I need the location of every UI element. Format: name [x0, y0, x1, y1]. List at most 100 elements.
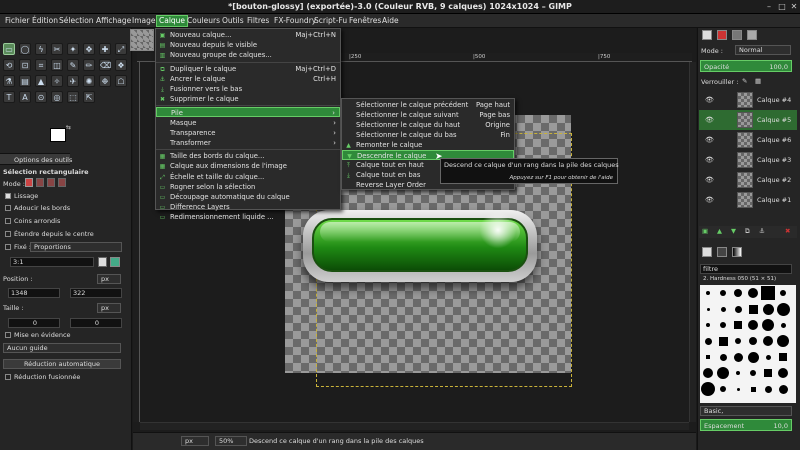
menu-couleurs[interactable]: Couleurs: [185, 16, 222, 25]
layers-tab-icon[interactable]: [702, 30, 712, 40]
mode-add-icon[interactable]: [36, 178, 44, 187]
brush-swatch[interactable]: [763, 336, 773, 346]
vertical-scrollbar[interactable]: [689, 62, 696, 422]
spacing-slider[interactable]: Espacement 10,0: [700, 419, 792, 431]
horizontal-scrollbar[interactable]: [140, 422, 689, 430]
menu-outils[interactable]: Outils: [220, 16, 246, 25]
lock-pixels-icon[interactable]: ✎: [742, 77, 747, 85]
calque-menu-item[interactable]: ▭ Découpage automatique du calque: [156, 192, 340, 202]
brush-swatch[interactable]: [736, 387, 740, 391]
position-unit-select[interactable]: px: [97, 274, 121, 284]
tool-button[interactable]: ◫: [51, 59, 63, 71]
visibility-eye-icon[interactable]: 👁: [705, 96, 714, 104]
tool-button[interactable]: ✺: [83, 75, 95, 87]
etendre-checkbox[interactable]: [5, 231, 11, 237]
delete-layer-icon[interactable]: ✖: [785, 227, 790, 235]
gradients-tab-icon[interactable]: [732, 247, 742, 257]
brush-swatch[interactable]: [765, 354, 771, 360]
pile-menu-item[interactable]: Sélectionner le calque du bas Fin: [342, 130, 514, 140]
brush-swatch[interactable]: [720, 306, 726, 312]
tool-button[interactable]: ϟ: [35, 43, 47, 55]
brush-swatch[interactable]: [720, 290, 726, 296]
tool-button[interactable]: ◯: [19, 43, 31, 55]
tool-button[interactable]: ✧: [51, 75, 63, 87]
layer-row[interactable]: 👁 Calque #1: [699, 190, 797, 210]
menu-image[interactable]: Image: [130, 16, 158, 25]
menu-affichage[interactable]: Affichage: [94, 16, 133, 25]
calque-menu-item[interactable]: ⤓ Fusionner vers le bas: [156, 84, 340, 94]
tool-button[interactable]: ⊙: [35, 91, 47, 103]
calque-menu-item[interactable]: ⤢ Échelle et taille du calque...: [156, 172, 340, 182]
calque-menu-item[interactable]: ▤ Nouveau depuis le visible: [156, 40, 340, 50]
brush-preset-select[interactable]: Basic,: [700, 406, 792, 416]
menu-selection[interactable]: Sélection: [57, 16, 96, 25]
fusion-checkbox[interactable]: [5, 374, 11, 380]
brush-swatch[interactable]: [762, 303, 774, 315]
reduction-button[interactable]: Réduction automatique: [3, 359, 121, 369]
lock-alpha-icon[interactable]: ▦: [755, 77, 761, 85]
brush-swatch[interactable]: [764, 369, 772, 377]
brush-swatch[interactable]: [720, 322, 726, 328]
brush-swatch[interactable]: [704, 337, 712, 345]
tool-button[interactable]: ❖: [115, 59, 127, 71]
lower-layer-icon[interactable]: ▼: [731, 227, 736, 235]
brush-swatch[interactable]: [703, 368, 713, 378]
image-thumbnail[interactable]: [130, 29, 154, 51]
calque-menu-item[interactable]: Transformer ›: [156, 138, 340, 148]
brush-swatch[interactable]: [750, 370, 756, 376]
paths-tab-icon[interactable]: [732, 30, 742, 40]
history-tab-icon[interactable]: [747, 30, 757, 40]
tool-button[interactable]: ✏: [83, 59, 95, 71]
guide-select[interactable]: Aucun guide: [3, 343, 121, 353]
brush-swatch[interactable]: [706, 355, 710, 359]
foreground-color-swatch[interactable]: [50, 128, 66, 142]
mode-replace-icon[interactable]: [25, 178, 33, 187]
visibility-eye-icon[interactable]: 👁: [705, 116, 714, 124]
mode-intersect-icon[interactable]: [58, 178, 66, 187]
swap-colors-icon[interactable]: ⇆: [66, 124, 72, 131]
channels-tab-icon[interactable]: [717, 30, 727, 40]
layer-row[interactable]: 👁 Calque #2: [699, 170, 797, 190]
tool-button[interactable]: ⟲: [3, 59, 15, 71]
brush-swatch[interactable]: [718, 336, 728, 346]
coins-checkbox[interactable]: [5, 218, 11, 224]
tool-button[interactable]: ✂: [51, 43, 63, 55]
tool-button[interactable]: ⚗: [3, 75, 15, 87]
new-layer-icon[interactable]: ▣: [702, 227, 708, 235]
menu-calque[interactable]: Calque: [156, 15, 189, 27]
calque-menu-item[interactable]: ▣ Nouveau calque... Maj+Ctrl+N: [156, 30, 340, 40]
brush-swatch[interactable]: [750, 386, 756, 392]
brush-swatch[interactable]: [776, 302, 790, 316]
pile-menu-item[interactable]: Sélectionner le calque du haut Origine: [342, 120, 514, 130]
adoucir-checkbox[interactable]: [5, 205, 11, 211]
tab-tool-options[interactable]: Options des outils: [0, 153, 72, 165]
brush-swatch[interactable]: [717, 367, 729, 379]
lissage-checkbox[interactable]: [5, 193, 11, 199]
tool-button[interactable]: ☖: [115, 75, 127, 87]
close-button[interactable]: ✕: [789, 2, 799, 12]
mode-subtract-icon[interactable]: [47, 178, 55, 187]
calque-menu-item[interactable]: ⧉ Dupliquer le calque Maj+Ctrl+D: [156, 64, 340, 74]
brush-swatch[interactable]: [706, 307, 710, 311]
tool-button[interactable]: ✚: [99, 43, 111, 55]
maximize-button[interactable]: □: [777, 2, 787, 12]
calque-menu-item[interactable]: ✖ Supprimer le calque: [156, 94, 340, 104]
tool-button[interactable]: ⌗: [35, 59, 47, 71]
menu-edition[interactable]: Édition: [30, 16, 60, 25]
brush-swatch[interactable]: [735, 338, 741, 344]
fixe-checkbox[interactable]: [5, 244, 11, 250]
menu-aide[interactable]: Aide: [380, 16, 401, 25]
calque-menu-item[interactable]: ▭ Redimensionnement liquide ...: [156, 212, 340, 222]
landscape-icon[interactable]: [110, 257, 120, 267]
mise-checkbox[interactable]: [5, 332, 11, 338]
brush-swatch[interactable]: [734, 305, 742, 313]
calque-menu-item[interactable]: ⚓ Ancrer le calque Ctrl+H: [156, 74, 340, 84]
tool-button[interactable]: ▤: [19, 75, 31, 87]
tool-button[interactable]: ▲: [35, 75, 47, 87]
brush-swatch[interactable]: [748, 320, 758, 330]
calque-menu-item[interactable]: Transparence ›: [156, 128, 340, 138]
tool-button[interactable]: ⌫: [99, 59, 111, 71]
tool-button[interactable]: A: [19, 91, 31, 103]
calque-menu-item[interactable]: ▦ Calque aux dimensions de l'image: [156, 161, 340, 171]
opacity-slider[interactable]: Opacité 100,0: [700, 60, 792, 72]
